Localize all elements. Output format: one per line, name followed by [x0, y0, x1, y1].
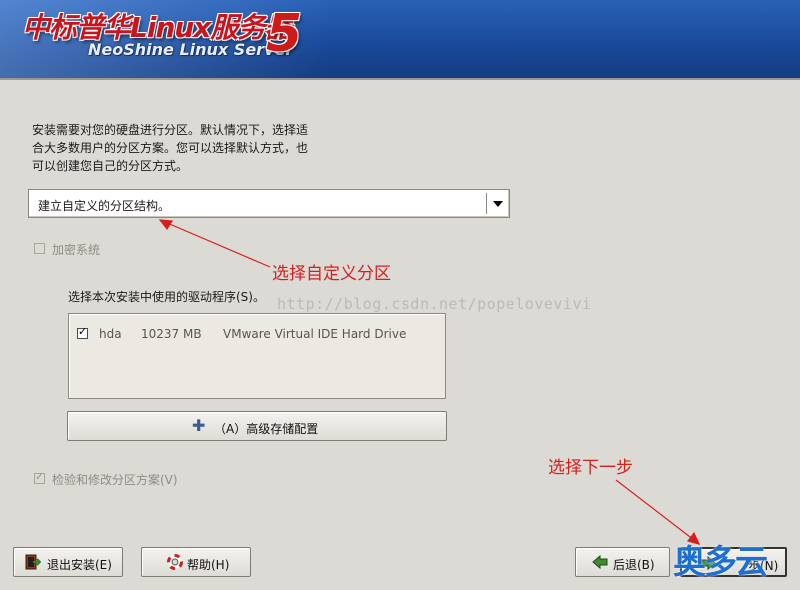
review-partition-label: 检验和修改分区方案(V): [52, 473, 178, 487]
back-button[interactable]: 后退(B): [575, 547, 670, 577]
exit-install-label: 退出安装(E): [47, 558, 112, 572]
encrypt-system-checkbox[interactable]: [34, 243, 45, 254]
help-label: 帮助(H): [187, 558, 230, 572]
instructions-line: 合大多数用户的分区方案。您可以选择默认方式，也: [32, 141, 309, 155]
exit-install-button[interactable]: 退出安装(E): [13, 547, 123, 577]
header-divider: [0, 78, 800, 80]
drive-size: 10237 MB: [141, 327, 202, 341]
instructions-line: 可以创建您自己的分区方式。: [32, 159, 189, 173]
drive-name: hda: [99, 327, 122, 341]
plus-icon: ✚: [192, 416, 206, 435]
help-lifebuoy-icon: [167, 554, 183, 570]
review-partition-checkbox[interactable]: [34, 470, 45, 484]
drive-checkbox[interactable]: [77, 325, 88, 339]
instructions-line: 安装需要对您的硬盘进行分区。默认情况下，选择适: [32, 123, 309, 137]
annotation-select-next: 选择下一步: [548, 458, 633, 478]
advanced-storage-label: （A）高级存储配置: [214, 422, 319, 436]
drive-row[interactable]: hda 10237 MB VMware Virtual IDE Hard Dri…: [69, 314, 445, 341]
watermark-logo: 奥多云: [673, 542, 768, 581]
advanced-storage-button[interactable]: ✚ （A）高级存储配置: [67, 411, 447, 441]
encrypt-system-label: 加密系统: [52, 243, 101, 257]
partition-scheme-value: 建立自定义的分区结构。: [38, 199, 171, 213]
help-button[interactable]: 帮助(H): [141, 547, 251, 577]
instructions-text: 安装需要对您的硬盘进行分区。默认情况下，选择适 合大多数用户的分区方案。您可以选…: [32, 121, 342, 175]
dropdown-arrow-icon[interactable]: [493, 201, 503, 207]
drive-list-label: 选择本次安装中使用的驱动程序(S)。: [68, 290, 265, 304]
drive-model: VMware Virtual IDE Hard Drive: [223, 327, 407, 341]
watermark-url: http://blog.csdn.net/popelovevivi: [277, 295, 592, 313]
annotation-select-custom-partition: 选择自定义分区: [272, 264, 391, 284]
brand-logo-en: NeoShine Linux Server: [88, 40, 294, 59]
partition-scheme-dropdown[interactable]: 建立自定义的分区结构。: [28, 189, 510, 218]
header-banner: 中标普华Linux服务器 NeoShine Linux Server 5: [0, 0, 800, 78]
annotation-arrow-custom: [158, 219, 271, 268]
dropdown-separator: [486, 193, 487, 214]
back-label: 后退(B): [613, 558, 655, 572]
exit-icon: [25, 554, 42, 570]
brand-version: 5: [266, 4, 303, 64]
drive-list[interactable]: hda 10237 MB VMware Virtual IDE Hard Dri…: [68, 313, 446, 399]
back-arrow-icon: [592, 554, 608, 570]
